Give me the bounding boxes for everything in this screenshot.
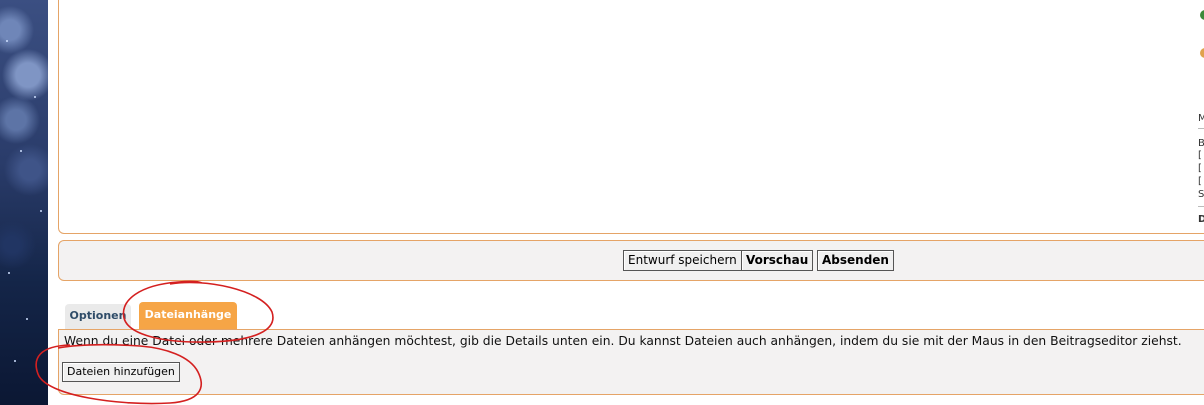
right-sidebar-fragment: M B [ [ [ S D — [1196, 0, 1204, 240]
background-star — [20, 150, 22, 152]
page-background-strip — [0, 0, 48, 405]
background-star — [40, 210, 42, 212]
status-green-icon — [1200, 10, 1204, 20]
sidebar-cut-char: [ — [1198, 176, 1202, 187]
background-star — [26, 318, 28, 320]
sidebar-cut-char: S — [1198, 189, 1204, 200]
sidebar-divider — [1198, 206, 1204, 207]
save-draft-button[interactable]: Entwurf speichern — [623, 250, 742, 271]
sidebar-cut-char: B — [1198, 138, 1204, 149]
sidebar-cut-char: [ — [1198, 163, 1202, 174]
tab-options[interactable]: Optionen — [65, 304, 131, 329]
attachments-description: Wenn du eine Datei oder mehrere Dateien … — [64, 334, 1182, 348]
sidebar-divider — [1198, 128, 1204, 129]
background-star — [8, 272, 10, 274]
submit-button[interactable]: Absenden — [817, 250, 894, 271]
sidebar-cut-char: M — [1198, 113, 1204, 124]
background-star — [6, 40, 8, 42]
add-files-button[interactable]: Dateien hinzufügen — [62, 362, 180, 382]
sidebar-cut-char: [ — [1198, 150, 1202, 161]
sidebar-cut-char: D — [1198, 214, 1204, 225]
background-star — [34, 96, 36, 98]
tab-attachments[interactable]: Dateianhänge — [139, 302, 237, 329]
message-editor[interactable] — [58, 0, 1204, 234]
preview-button[interactable]: Vorschau — [741, 250, 814, 271]
background-star — [14, 360, 16, 362]
status-orange-icon — [1200, 48, 1204, 58]
